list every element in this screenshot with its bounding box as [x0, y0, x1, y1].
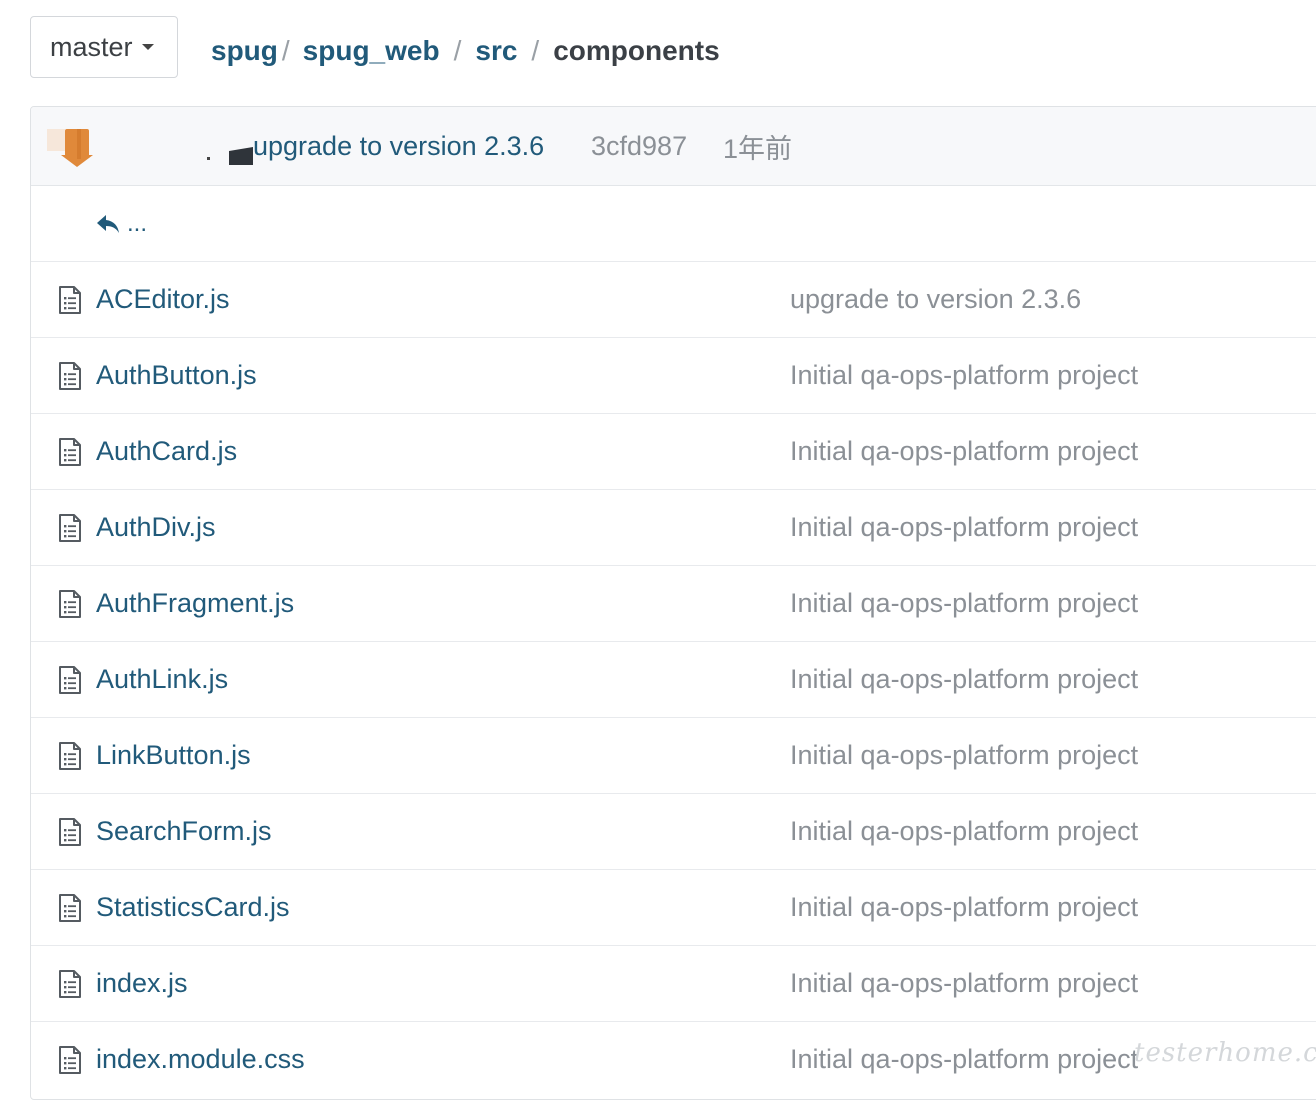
file-name-link[interactable]: LinkButton.js — [96, 740, 251, 771]
file-commit-message[interactable]: Initial qa-ops-platform project — [790, 1044, 1138, 1075]
breadcrumb-separator: / — [531, 35, 540, 66]
file-name-link[interactable]: AuthLink.js — [96, 664, 228, 695]
file-commit-message[interactable]: Initial qa-ops-platform project — [790, 968, 1138, 999]
file-commit-message[interactable]: Initial qa-ops-platform project — [790, 892, 1138, 923]
file-row[interactable]: ACEditor.js upgrade to version 2.3.6 — [31, 262, 1316, 338]
caret-down-icon — [141, 44, 154, 50]
file-text-icon — [59, 590, 81, 618]
file-row[interactable]: AuthCard.js Initial qa-ops-platform proje… — [31, 414, 1316, 490]
breadcrumb-separator: / — [453, 35, 462, 66]
file-commit-message[interactable]: Initial qa-ops-platform project — [790, 512, 1138, 543]
file-name-link[interactable]: AuthButton.js — [96, 360, 257, 391]
file-commit-message[interactable]: Initial qa-ops-platform project — [790, 664, 1138, 695]
file-name-link[interactable]: ACEditor.js — [96, 284, 230, 315]
file-row[interactable]: AuthLink.js Initial qa-ops-platform proje… — [31, 642, 1316, 718]
file-text-icon — [59, 514, 81, 542]
file-text-icon — [59, 970, 81, 998]
file-name-link[interactable]: index.module.css — [96, 1044, 305, 1075]
file-row[interactable]: index.module.css Initial qa-ops-platform … — [31, 1022, 1316, 1097]
author-name-redacted — [207, 147, 253, 165]
file-row[interactable]: AuthFragment.js Initial qa-ops-platform p… — [31, 566, 1316, 642]
file-row[interactable]: index.js Initial qa-ops-platform project — [31, 946, 1316, 1022]
file-commit-message[interactable]: Initial qa-ops-platform project — [790, 816, 1138, 847]
file-text-icon — [59, 1046, 81, 1074]
breadcrumb-current: components — [553, 35, 720, 66]
file-text-icon — [59, 818, 81, 846]
file-name-link[interactable]: index.js — [96, 968, 188, 999]
parent-directory-link[interactable]: ... — [95, 210, 147, 238]
file-name-link[interactable]: AuthFragment.js — [96, 588, 294, 619]
file-text-icon — [59, 894, 81, 922]
branch-name: master — [50, 31, 133, 62]
breadcrumb-separator: / — [281, 35, 290, 66]
watermark: testerhome.com — [1134, 1038, 1316, 1068]
file-text-icon — [59, 362, 81, 390]
file-text-icon — [59, 438, 81, 466]
file-row[interactable]: AuthButton.js Initial qa-ops-platform pro… — [31, 338, 1316, 414]
parent-directory-label: ... — [127, 209, 148, 237]
file-name-link[interactable]: AuthCard.js — [96, 436, 237, 467]
breadcrumb-folder-src[interactable]: src — [475, 35, 517, 67]
file-row[interactable]: SearchForm.js Initial qa-ops-platform pro… — [31, 794, 1316, 870]
file-name-link[interactable]: StatisticsCard.js — [96, 892, 290, 923]
file-commit-message[interactable]: Initial qa-ops-platform project — [790, 588, 1138, 619]
file-commit-message[interactable]: upgrade to version 2.3.6 — [790, 284, 1081, 315]
commit-time: 1年前 — [723, 133, 793, 164]
branch-selector[interactable]: master — [30, 16, 178, 78]
file-text-icon — [59, 286, 81, 314]
file-name-link[interactable]: AuthDiv.js — [96, 512, 216, 543]
file-name-link[interactable]: SearchForm.js — [96, 816, 272, 847]
commit-sha[interactable]: 3cfd987 — [591, 131, 687, 162]
commit-message[interactable]: upgrade to version 2.3.6 — [253, 131, 544, 162]
breadcrumb: spug / spug_web / src / components — [211, 30, 720, 72]
latest-commit-bar: upgrade to version 2.3.6 3cfd987 1年前 — [31, 107, 1316, 186]
file-row[interactable]: AuthDiv.js Initial qa-ops-platform projec… — [31, 490, 1316, 566]
file-commit-message[interactable]: Initial qa-ops-platform project — [790, 740, 1138, 771]
parent-directory-row[interactable]: ... — [31, 186, 1316, 262]
reply-arrow-icon — [97, 214, 119, 233]
file-row[interactable]: LinkButton.js Initial qa-ops-platform pro… — [31, 718, 1316, 794]
author-avatar[interactable] — [47, 129, 95, 169]
file-commit-message[interactable]: Initial qa-ops-platform project — [790, 360, 1138, 391]
file-text-icon — [59, 666, 81, 694]
file-browser: upgrade to version 2.3.6 3cfd987 1年前 ...… — [30, 106, 1316, 1100]
file-list: ACEditor.js upgrade to version 2.3.6 AuthB… — [31, 262, 1316, 1097]
file-commit-message[interactable]: Initial qa-ops-platform project — [790, 436, 1138, 467]
breadcrumb-folder-spug-web[interactable]: spug_web — [303, 35, 440, 67]
file-row[interactable]: StatisticsCard.js Initial qa-ops-platform… — [31, 870, 1316, 946]
file-text-icon — [59, 742, 81, 770]
breadcrumb-repo[interactable]: spug — [211, 35, 278, 67]
